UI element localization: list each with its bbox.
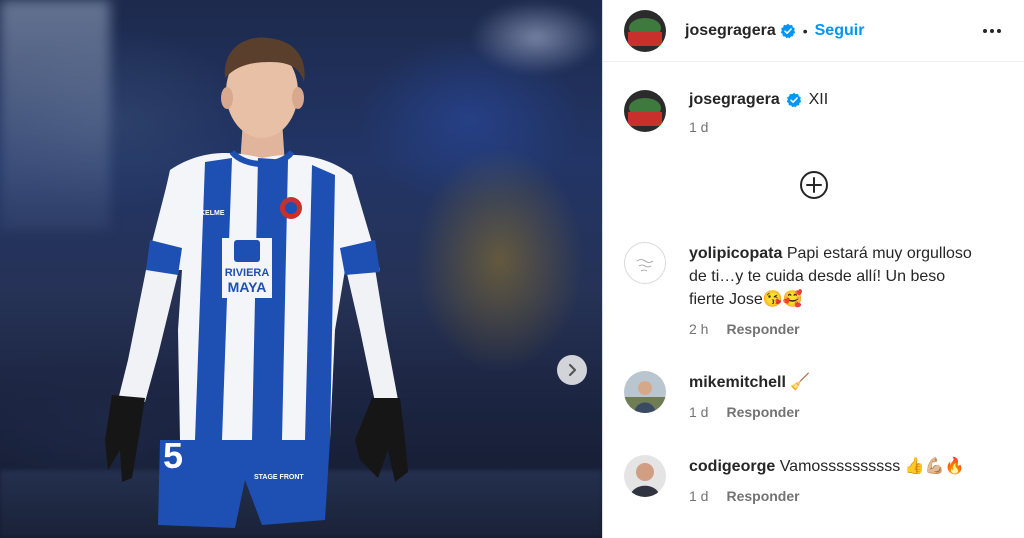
comment-body: codigeorge Vamossssssssss 👍💪🏼🔥 1 d Respo…: [689, 455, 965, 504]
sponsor-text-1: RIVIERA: [224, 267, 270, 279]
avatar-image: [624, 9, 666, 52]
avatar-image: [624, 371, 666, 413]
commenter-avatar[interactable]: [624, 455, 666, 497]
comment-item: codigeorge Vamossssssssss 👍💪🏼🔥 1 d Respo…: [624, 455, 965, 504]
comment-body: mikemitchell 🧹 1 d Responder: [689, 371, 810, 420]
caption-row: josegragera XII 1 d: [624, 88, 828, 135]
post-header: josegragera • Seguir: [603, 0, 1024, 62]
player-figure: [105, 37, 408, 528]
caption-avatar[interactable]: [624, 90, 666, 132]
next-image-button[interactable]: [557, 355, 587, 385]
caption-time: 1 d: [689, 119, 709, 135]
post-image: RIVIERA MAYA KELME 5 STAGE FRONT: [0, 0, 602, 538]
caption-body: josegragera XII 1 d: [689, 88, 828, 135]
comment-text: fierte Jose😘🥰: [689, 291, 803, 308]
separator-dot: •: [802, 22, 808, 39]
verified-badge-icon: [780, 23, 795, 38]
comment-time: 2 h: [689, 321, 709, 337]
comment-text: Papi estará muy orgulloso: [786, 245, 972, 262]
avatar-image: [624, 455, 666, 497]
sponsor-text-2: MAYA: [227, 279, 267, 295]
chevron-right-icon: [568, 363, 577, 377]
comment-text: 🧹: [790, 374, 811, 391]
reply-button[interactable]: Responder: [726, 321, 799, 337]
follow-button[interactable]: Seguir: [815, 22, 865, 40]
comment-username[interactable]: codigeorge: [689, 458, 775, 475]
comment-body: yolipicopata Papi estará muy orgulloso d…: [689, 242, 972, 337]
comment-text: de ti…y te cuida desde allí! Un beso: [689, 268, 946, 285]
shirt-number: 5: [163, 435, 184, 476]
comment-text: Vamossssssssss 👍💪🏼🔥: [779, 458, 965, 475]
comment-item: mikemitchell 🧹 1 d Responder: [624, 371, 810, 420]
comment-username[interactable]: yolipicopata: [689, 245, 782, 262]
caption-text: XII: [808, 91, 829, 108]
caption-username[interactable]: josegragera: [689, 91, 780, 108]
shorts-sponsor-text: STAGE FRONT: [254, 474, 304, 481]
commenter-avatar[interactable]: [624, 242, 666, 284]
comment-username[interactable]: mikemitchell: [689, 374, 786, 391]
kit-brand-text: KELME: [200, 210, 225, 217]
reply-button[interactable]: Responder: [726, 488, 799, 504]
more-options-icon[interactable]: [981, 20, 1003, 42]
avatar-image: [636, 259, 654, 272]
comment-time: 1 d: [689, 404, 709, 420]
author-avatar[interactable]: [624, 9, 666, 52]
avatar-image: [624, 90, 666, 132]
post-side-panel: josegragera • Seguir josegragera XII 1 d…: [602, 0, 1024, 538]
commenter-avatar[interactable]: [624, 371, 666, 413]
comment-item: yolipicopata Papi estará muy orgulloso d…: [624, 242, 972, 337]
comment-time: 1 d: [689, 488, 709, 504]
author-username[interactable]: josegragera: [685, 22, 776, 40]
reply-button[interactable]: Responder: [726, 404, 799, 420]
load-more-comments-icon[interactable]: [799, 170, 829, 200]
verified-badge-icon: [786, 92, 802, 107]
